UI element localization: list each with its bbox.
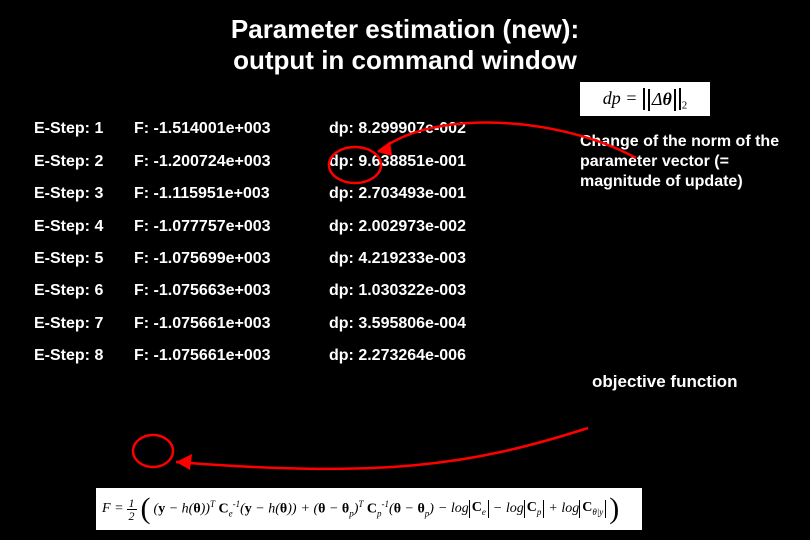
table-row: E-Step: 2F: -1.200724e+003dp: 9.638851e-…	[34, 149, 519, 175]
dp-cell: dp: 3.595806e-004	[329, 311, 519, 337]
f-cell: F: -1.514001e+003	[134, 116, 329, 142]
objective-function-label: objective function	[592, 372, 802, 392]
step-cell: E-Step: 1	[34, 116, 134, 142]
f-circle-annotation	[133, 435, 173, 467]
dp-explanation: Change of the norm of the parameter vect…	[580, 132, 790, 192]
f-cell: F: -1.200724e+003	[134, 149, 329, 175]
dp-formula-box: dp = Δθ2	[580, 82, 710, 116]
step-cell: E-Step: 6	[34, 278, 134, 304]
dp-cell: dp: 4.219233e-003	[329, 246, 519, 272]
table-row: E-Step: 6F: -1.075663e+003dp: 1.030322e-…	[34, 278, 519, 304]
table-row: E-Step: 4F: -1.077757e+003dp: 2.002973e-…	[34, 214, 519, 240]
dp-cell: dp: 9.638851e-001	[329, 149, 519, 175]
iteration-table: E-Step: 1F: -1.514001e+003dp: 8.299907e-…	[34, 110, 519, 375]
f-formula-box: F = 12 ( (y − h(θ))T Ce-1(y − h(θ)) + (θ…	[96, 488, 642, 530]
dp-cell: dp: 2.273264e-006	[329, 343, 519, 369]
step-cell: E-Step: 8	[34, 343, 134, 369]
dp-cell: dp: 2.002973e-002	[329, 214, 519, 240]
title-line-1: Parameter estimation (new):	[231, 14, 579, 44]
slide-content: dp = Δθ2 E-Step: 1F: -1.514001e+003dp: 8…	[0, 82, 810, 375]
table-row: E-Step: 7F: -1.075661e+003dp: 3.595806e-…	[34, 311, 519, 337]
table-row: E-Step: 8F: -1.075661e+003dp: 2.273264e-…	[34, 343, 519, 369]
step-cell: E-Step: 4	[34, 214, 134, 240]
table-row: E-Step: 1F: -1.514001e+003dp: 8.299907e-…	[34, 116, 519, 142]
dp-cell: dp: 2.703493e-001	[329, 181, 519, 207]
dp-cell: dp: 8.299907e-002	[329, 116, 519, 142]
step-cell: E-Step: 3	[34, 181, 134, 207]
f-cell: F: -1.075661e+003	[134, 311, 329, 337]
f-cell: F: -1.115951e+003	[134, 181, 329, 207]
f-cell: F: -1.077757e+003	[134, 214, 329, 240]
f-cell: F: -1.075661e+003	[134, 343, 329, 369]
f-cell: F: -1.075663e+003	[134, 278, 329, 304]
table-row: E-Step: 5F: -1.075699e+003dp: 4.219233e-…	[34, 246, 519, 272]
step-cell: E-Step: 5	[34, 246, 134, 272]
table-row: E-Step: 3F: -1.115951e+003dp: 2.703493e-…	[34, 181, 519, 207]
f-cell: F: -1.075699e+003	[134, 246, 329, 272]
dp-cell: dp: 1.030322e-003	[329, 278, 519, 304]
title-line-2: output in command window	[233, 45, 577, 75]
f-arrow-annotation	[176, 428, 588, 469]
step-cell: E-Step: 2	[34, 149, 134, 175]
step-cell: E-Step: 7	[34, 311, 134, 337]
slide-title: Parameter estimation (new): output in co…	[0, 0, 810, 82]
